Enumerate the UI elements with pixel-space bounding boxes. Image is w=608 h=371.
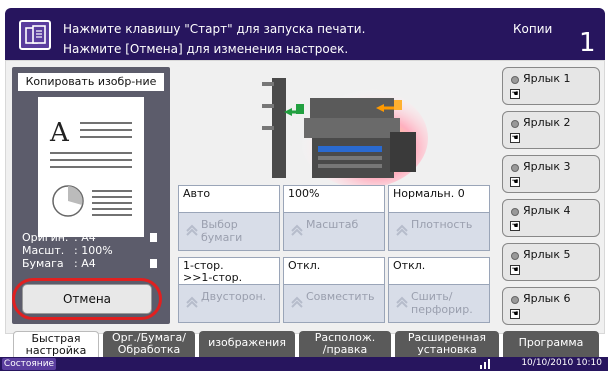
paper-select-label-2: бумаги	[201, 231, 243, 244]
shortcut-1-button[interactable]: Ярлык 1 ☚	[502, 67, 600, 105]
radio-indicator	[511, 76, 519, 84]
hand-touch-icon: ☚	[510, 133, 520, 143]
shortcut-6-button[interactable]: Ярлык 6 ☚	[502, 287, 600, 325]
preview-page: A	[38, 97, 144, 237]
tab-quick-setup-line2: настройка	[25, 344, 87, 357]
tab-org-paper-line2: Обработка	[117, 343, 181, 356]
shortcut-2-button[interactable]: Ярлык 2 ☚	[502, 111, 600, 149]
page-letter: A	[49, 118, 70, 148]
radio-indicator	[511, 252, 519, 260]
chevron-up-icon	[396, 296, 408, 308]
preview-title: Копировать изобр-ние	[18, 73, 164, 91]
header-message-line2: Нажмите [Отмена] для изменения настроек.	[63, 42, 349, 56]
copies-label: Копии	[513, 22, 553, 36]
paper-icon	[150, 259, 157, 268]
datetime-display: 10/10/2010 10:10	[521, 358, 602, 368]
hand-touch-icon: ☚	[510, 265, 520, 275]
combine-tile[interactable]: Откл. Совместить	[283, 257, 385, 323]
hand-touch-icon: ☚	[510, 221, 520, 231]
tab-program[interactable]: Программа	[503, 331, 599, 357]
paper-size-value: : A4	[74, 257, 96, 270]
hand-touch-icon: ☚	[510, 89, 520, 99]
radio-indicator	[511, 296, 519, 304]
tab-advanced-line2: установка	[417, 343, 477, 356]
shortcut-4-button[interactable]: Ярлык 4 ☚	[502, 199, 600, 237]
shortcut-3-button[interactable]: Ярлык 3 ☚	[502, 155, 600, 193]
chevron-up-icon	[291, 224, 303, 236]
shortcut-5-button[interactable]: Ярлык 5 ☚	[502, 243, 600, 281]
shortcut-3-label: Ярлык 3	[523, 160, 571, 173]
cancel-button[interactable]: Отмена	[22, 284, 152, 314]
density-value: Нормальн. 0	[389, 186, 489, 213]
tab-layout-edit[interactable]: Располож. /правка	[299, 331, 391, 357]
printer-illustration	[252, 68, 428, 188]
tab-quick-setup[interactable]: Быстрая настройка	[13, 331, 99, 357]
combine-label: Совместить	[306, 290, 375, 303]
header-message-line1: Нажмите клавишу "Старт" для запуска печа…	[63, 22, 366, 36]
staple-punch-label-2: перфорир.	[411, 303, 473, 316]
chevron-up-icon	[291, 296, 303, 308]
density-tile[interactable]: Нормальн. 0 Плотность	[388, 185, 490, 251]
function-tabs: Быстрая настройка Орг./Бумага/ Обработка…	[5, 331, 605, 357]
radio-indicator	[511, 164, 519, 172]
hand-touch-icon: ☚	[510, 177, 520, 187]
portrait-icon	[150, 233, 157, 242]
staple-punch-tile[interactable]: Откл. Сшить/перфорир.	[388, 257, 490, 323]
tab-layout-line2: /правка	[322, 343, 368, 356]
duplex-label: Двусторон.	[201, 290, 267, 303]
radio-indicator	[511, 208, 519, 216]
paper-select-tile[interactable]: Авто Выбор бумаги	[178, 185, 280, 251]
duplex-tile[interactable]: 1-стор. >>1-стор. Двусторон.	[178, 257, 280, 323]
paper-size-label: Бумага	[22, 257, 64, 270]
tab-org-paper-finishing[interactable]: Орг./Бумага/ Обработка	[103, 331, 195, 357]
zoom-tile-value: 100%	[284, 186, 384, 213]
original-size-value: : A4	[74, 231, 96, 244]
radio-indicator	[511, 120, 519, 128]
status-bar: Состояние 10/10/2010 10:10	[0, 357, 608, 371]
shortcut-2-label: Ярлык 2	[523, 116, 571, 129]
shortcut-5-label: Ярлык 5	[523, 248, 571, 261]
zoom-tile[interactable]: 100% Масштаб	[283, 185, 385, 251]
shortcut-1-label: Ярлык 1	[523, 72, 571, 85]
hand-touch-icon: ☚	[510, 309, 520, 319]
shortcut-6-label: Ярлык 6	[523, 292, 571, 305]
signal-icon	[480, 359, 490, 369]
chevron-up-icon	[186, 224, 198, 236]
chevron-up-icon	[186, 296, 198, 308]
duplex-value-2: >>1-стор.	[183, 271, 243, 284]
tab-image-quality[interactable]: изображения	[199, 331, 295, 357]
density-label: Плотность	[411, 218, 473, 231]
zoom-value: : 100%	[74, 244, 113, 257]
paper-select-value: Авто	[179, 186, 279, 213]
combine-value: Откл.	[284, 258, 384, 285]
tab-program-line1: Программа	[518, 336, 584, 349]
staple-punch-label-1: Сшить/	[411, 290, 453, 303]
staple-punch-value: Откл.	[389, 258, 489, 285]
tab-image-line1: изображения	[208, 336, 286, 349]
original-size-label: Оригин.	[22, 231, 69, 244]
status-button[interactable]: Состояние	[2, 358, 56, 370]
zoom-tile-label: Масштаб	[306, 218, 359, 231]
shortcut-4-label: Ярлык 4	[523, 204, 571, 217]
zoom-label: Масшт.	[22, 244, 65, 257]
paper-select-label-1: Выбор	[201, 218, 238, 231]
message-header: Нажмите клавишу "Старт" для запуска печа…	[5, 8, 605, 60]
copy-mode-icon	[19, 20, 51, 50]
preview-info: Оригин. : A4 Масшт. : 100% Бумага : A4	[22, 231, 160, 270]
chevron-up-icon	[396, 224, 408, 236]
tab-advanced-setup[interactable]: Расширенная установка	[395, 331, 499, 357]
copies-count: 1	[579, 28, 596, 58]
